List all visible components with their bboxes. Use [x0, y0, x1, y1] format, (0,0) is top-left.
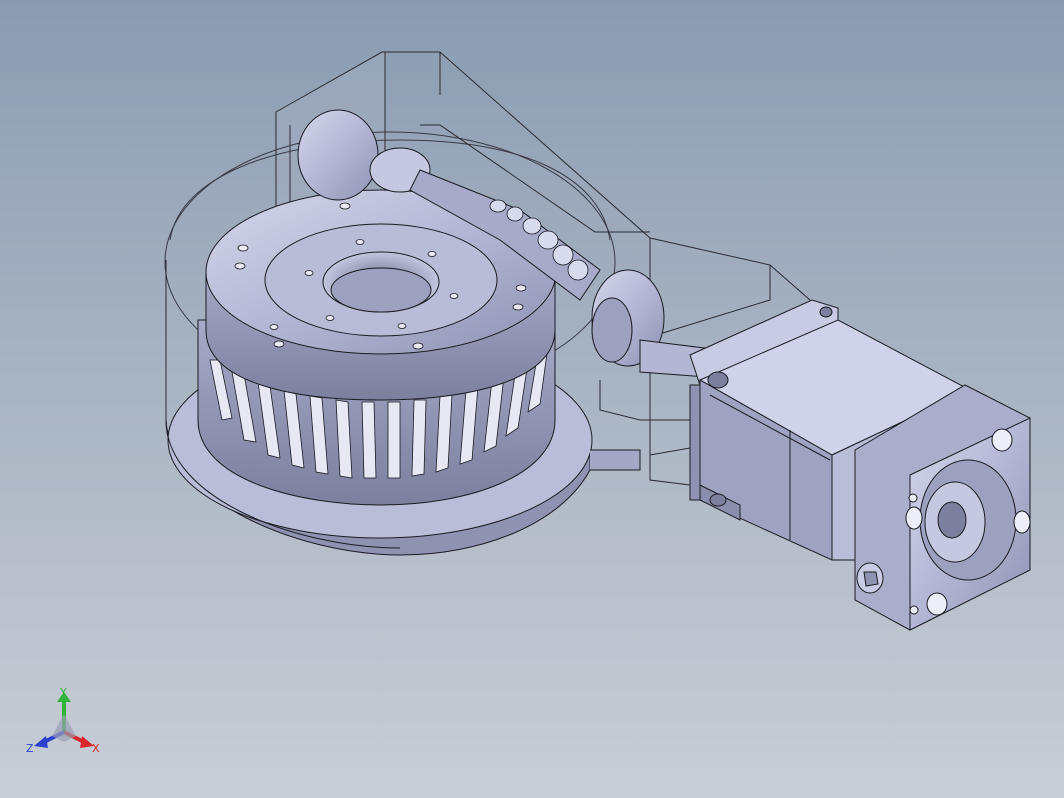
triad-base-cone: [52, 714, 76, 742]
coordinate-triad[interactable]: Y X Z: [24, 684, 108, 760]
triad-z-arrowhead: [34, 736, 48, 748]
3d-model-view[interactable]: [0, 0, 1064, 798]
triad-z-label: Z: [26, 742, 34, 755]
graphics-viewport[interactable]: Y X Z: [0, 0, 1064, 798]
triad-x-label: X: [92, 742, 100, 755]
triad-y-label: Y: [59, 686, 67, 699]
